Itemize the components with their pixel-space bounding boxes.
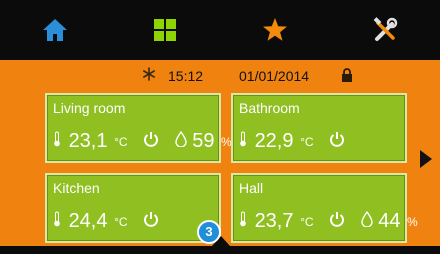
temperature-unit: °C <box>114 134 128 149</box>
room-readings: 24,4 °C <box>53 210 169 234</box>
thermometer-icon <box>53 210 61 233</box>
humidity-drop-icon <box>174 130 187 153</box>
tools-icon <box>373 17 398 41</box>
room-readings: 23,7 °C 44 % <box>239 210 418 234</box>
humidity-unit: % <box>407 214 418 229</box>
lock-icon <box>342 68 352 82</box>
room-readings: 22,9 °C <box>239 130 355 154</box>
room-readings: 23,1 °C 59 % <box>53 130 232 154</box>
temperature-value: 22,9 <box>254 130 294 153</box>
humidity-value: 59 <box>192 130 215 153</box>
thermometer-icon <box>239 130 247 153</box>
grid-icon <box>154 19 176 41</box>
star-icon <box>263 18 287 41</box>
temperature-value: 23,1 <box>68 130 108 153</box>
room-card-kitchen[interactable]: Kitchen 24,4 °C <box>45 173 221 243</box>
power-icon[interactable] <box>329 130 345 153</box>
thermometer-icon <box>239 210 247 233</box>
main-screen: 15:12 01/01/2014 Living room 23,1 °C 59 … <box>0 0 440 254</box>
thermometer-icon <box>53 130 61 153</box>
clock-time: 15:12 <box>168 68 204 84</box>
home-icon <box>43 19 67 41</box>
calendar-date: 01/01/2014 <box>239 68 310 84</box>
status-bar: 15:12 01/01/2014 <box>0 64 440 88</box>
humidity-drop-icon <box>360 210 373 233</box>
temperature-unit: °C <box>300 214 314 229</box>
temperature-value: 24,4 <box>68 210 108 233</box>
home-button[interactable] <box>0 0 110 60</box>
room-name: Hall <box>239 180 264 196</box>
notification-badge[interactable]: 3 <box>197 220 221 244</box>
room-card-living-room[interactable]: Living room 23,1 °C 59 % <box>45 93 232 163</box>
humidity-value: 44 <box>378 210 401 233</box>
temperature-unit: °C <box>114 214 128 229</box>
grid-button[interactable] <box>110 0 220 60</box>
favorites-button[interactable] <box>220 0 330 60</box>
room-name: Bathroom <box>239 100 300 116</box>
temperature-value: 23,7 <box>254 210 294 233</box>
room-name: Kitchen <box>53 180 100 196</box>
room-name: Living room <box>53 100 126 116</box>
bottom-bar <box>0 246 440 254</box>
power-icon[interactable] <box>143 130 159 153</box>
temperature-unit: °C <box>300 134 314 149</box>
snowflake-icon <box>142 67 155 81</box>
room-card-hall[interactable]: Hall 23,7 °C 44 % <box>231 173 418 243</box>
power-icon[interactable] <box>143 210 159 233</box>
top-navigation-bar <box>0 0 440 60</box>
tools-button[interactable] <box>330 0 440 60</box>
room-card-bathroom[interactable]: Bathroom 22,9 °C <box>231 93 407 163</box>
next-page-arrow-icon[interactable] <box>420 150 432 168</box>
power-icon[interactable] <box>329 210 345 233</box>
